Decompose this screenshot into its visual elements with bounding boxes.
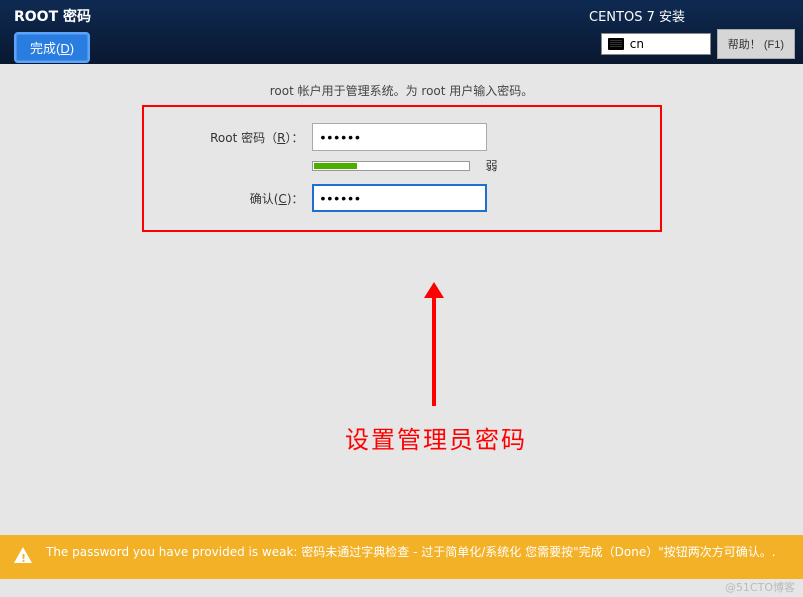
confirm-label: 确认(C)：	[162, 190, 312, 207]
instruction-text: root 帐户用于管理系统。为 root 用户输入密码。	[0, 82, 803, 99]
annotation-arrow	[432, 296, 436, 406]
page-title: ROOT 密码	[8, 4, 97, 28]
password-label: Root 密码（R）：	[162, 129, 312, 146]
keyboard-layout-selector[interactable]: cn	[601, 33, 711, 55]
strength-row: 弱	[162, 157, 642, 174]
top-bar: ROOT 密码 完成(D) CENTOS 7 安装 cn 帮助！ (F1)	[0, 0, 803, 64]
annotation-text: 设置管理员密码	[345, 420, 527, 455]
password-strength-fill	[314, 163, 358, 169]
content-area: root 帐户用于管理系统。为 root 用户输入密码。 Root 密码（R）：…	[0, 64, 803, 232]
help-button[interactable]: 帮助！ (F1)	[717, 29, 795, 59]
watermark: @51CTO博客	[725, 579, 795, 595]
password-strength-meter	[312, 161, 470, 171]
keyboard-layout-label: cn	[630, 37, 644, 51]
top-right: CENTOS 7 安装 cn 帮助！ (F1)	[589, 4, 795, 59]
installer-title: CENTOS 7 安装	[589, 6, 685, 25]
confirm-row: 确认(C)：	[162, 184, 642, 212]
warning-icon	[14, 547, 32, 563]
root-password-input[interactable]	[312, 123, 487, 151]
top-left: ROOT 密码 完成(D)	[8, 4, 97, 63]
password-form: Root 密码（R）： 弱 确认(C)：	[142, 105, 662, 232]
done-button[interactable]: 完成(D)	[14, 32, 90, 63]
password-row: Root 密码（R）：	[162, 123, 642, 151]
password-strength-label: 弱	[486, 157, 498, 174]
warning-bar: The password you have provided is weak: …	[0, 535, 803, 579]
top-right-row: cn 帮助！ (F1)	[601, 29, 795, 59]
keyboard-icon	[608, 38, 624, 50]
done-button-label: 完成(D)	[30, 41, 74, 56]
warning-text: The password you have provided is weak: …	[46, 543, 776, 562]
confirm-password-input[interactable]	[312, 184, 487, 212]
